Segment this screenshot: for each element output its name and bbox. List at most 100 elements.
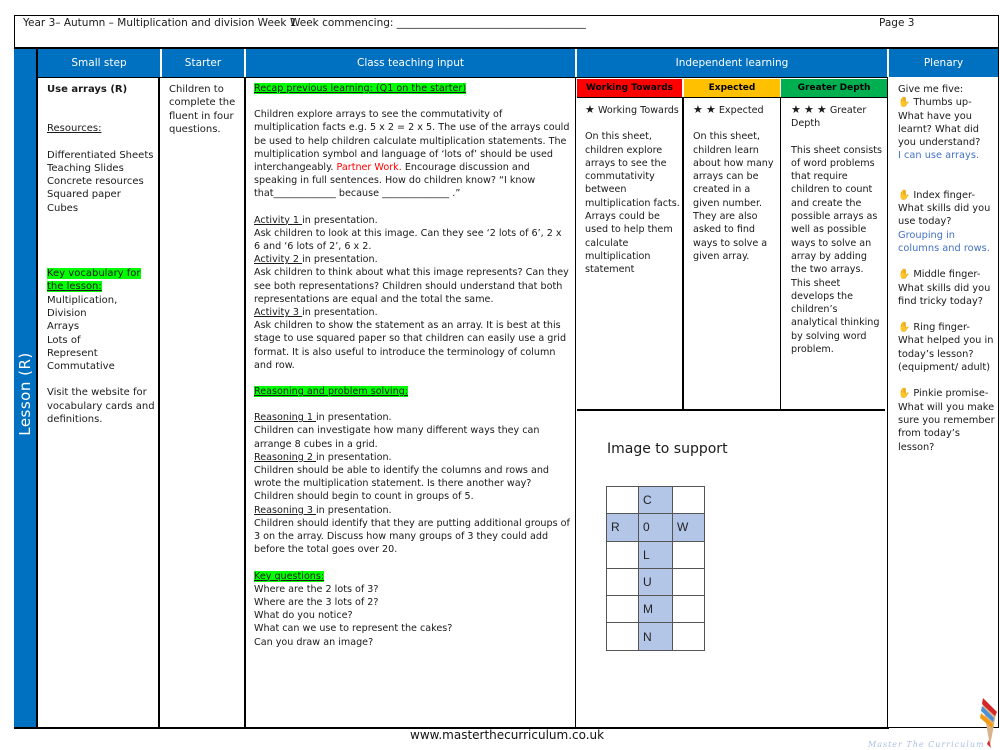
vocab-heading: the lesson: (47, 281, 102, 293)
column-divider (682, 97, 684, 409)
column-divider (780, 97, 781, 409)
star-icon: ★ (816, 103, 827, 116)
star-icon: ★ (585, 103, 595, 116)
level-title: Working Towards (597, 105, 679, 116)
plenary-item: ✋ Ring finger- What helped you in today’… (898, 322, 994, 374)
teaching-intro: Children explore arrays to see the commu… (254, 109, 570, 200)
vocab-item: Lots of (47, 334, 81, 346)
column-divider (36, 49, 38, 728)
website-link[interactable]: www.masterthecurriculum.co.uk (410, 728, 604, 742)
grid-cell (606, 567, 639, 597)
plenary-item: ✋ Middle finger- What skills did you fin… (898, 269, 991, 307)
activity-label: Activity 2 (254, 254, 303, 266)
level-description: On this sheet, children explore arrays t… (585, 131, 680, 276)
resource-item: Teaching Slides (47, 162, 124, 174)
key-question: Where are the 2 lots of 3? (254, 583, 379, 595)
column-header-small-step: Small step (38, 49, 160, 77)
brand-wordmark: Master The Curriculum (868, 740, 985, 749)
grid-cell (606, 595, 639, 624)
page-number: Page 3 (879, 17, 915, 29)
grid-row: U (606, 567, 705, 597)
grid-cell (672, 567, 705, 597)
grid-cell (606, 485, 639, 515)
reasoning-block: Reasoning 2 in presentation. Children sh… (254, 451, 550, 503)
grid-cell: M (638, 595, 673, 624)
header-bottom-rule (36, 77, 888, 78)
level-description: On this sheet, children learn about how … (693, 131, 774, 262)
week-commencing: Week commencing: _______________________… (290, 17, 586, 29)
grid-row: C (606, 485, 705, 515)
activity-block: Activity 3 in presentation. Ask children… (254, 307, 567, 371)
band-working-towards: Working Towards (577, 79, 682, 97)
level-title: Expected (718, 105, 764, 116)
website-note: Visit the website for vocabulary cards a… (47, 387, 155, 426)
resources-heading: Resources: (47, 123, 102, 135)
key-question: Can you draw an image? (254, 636, 374, 648)
grid-row: M (606, 595, 705, 624)
level-greater-depth: ★ ★ ★ Greater Depth This sheet consists … (791, 103, 885, 356)
grid-cell (672, 485, 705, 515)
reasoning-block: Reasoning 3 in presentation. Children sh… (254, 504, 570, 556)
class-teaching-cell: Recap previous learning: (Q1 on the star… (254, 82, 570, 649)
resource-item: Squared paper (47, 189, 121, 201)
column-header-independent: Independent learning (577, 49, 887, 77)
vocab-item: Multiplication, (47, 294, 118, 306)
partner-work-label: Partner Work. (336, 162, 402, 174)
level-title: Greater Depth (791, 105, 867, 130)
reasoning-label: Reasoning 1 (254, 412, 317, 424)
independent-divider (577, 409, 885, 411)
star-icon: ★ (803, 103, 814, 116)
grid-row: N (606, 622, 705, 651)
lesson-side-label: Lesson (R) (16, 351, 34, 436)
grid-cell (606, 622, 639, 651)
band-expected: Expected (684, 79, 780, 97)
band-bottom-rule (577, 97, 887, 98)
activity-label: Activity 3 (254, 307, 303, 319)
grid-cell: R (606, 513, 639, 542)
document-title: Year 3– Autumn – Multiplication and divi… (23, 17, 297, 29)
grid-row: L (606, 540, 705, 569)
plenary-answer: I can use arrays. (898, 150, 980, 162)
star-icon: ★ (705, 103, 716, 116)
column-divider (158, 77, 160, 728)
column-header-class-teaching: Class teaching input (246, 49, 575, 77)
column-divider (887, 77, 888, 728)
plenary-item: ✋ Thumbs up- What have you learnt? What … (898, 96, 996, 162)
column-divider (575, 77, 576, 728)
activity-label: Activity 1 (254, 214, 303, 226)
pencil-logo-icon (980, 698, 997, 748)
grid-cell: L (638, 540, 673, 569)
recap-heading: Recap previous learning: (Q1 on the star… (254, 83, 467, 94)
resource-item: Concrete resources (47, 176, 144, 188)
star-icon: ★ (693, 103, 703, 116)
vocab-item: Commutative (47, 361, 115, 373)
document-header: Year 3– Autumn – Multiplication and divi… (15, 16, 998, 32)
plenary-answer: Grouping in columns and rows. (898, 229, 990, 254)
vocab-item: Represent (47, 347, 98, 359)
band-greater-depth: Greater Depth (781, 79, 887, 97)
starter-cell: Children to complete the fluent in four … (169, 83, 241, 136)
reasoning-block: Reasoning 1 in presentation. Children ca… (254, 412, 540, 450)
grid-cell: 0 (638, 513, 673, 542)
key-question: Where are the 3 lots of 2? (254, 596, 379, 608)
resource-item: Cubes (47, 202, 79, 214)
grid-cell (672, 595, 705, 624)
hand-icon: ✋ (898, 189, 911, 201)
grid-cell: N (638, 622, 673, 651)
grid-cell (606, 540, 639, 569)
plenary-item: ✋ Pinkie promise- What will you make sur… (898, 388, 995, 453)
key-question: What can we use to represent the cakes? (254, 623, 453, 635)
vocab-item: Division (47, 307, 87, 319)
grid-row: R 0 W (606, 513, 705, 542)
column-header-starter: Starter (162, 49, 244, 77)
small-step-cell: Use arrays (R) Resources: Differentiated… (47, 83, 157, 426)
reasoning-label: Reasoning 3 (254, 504, 317, 516)
grid-cell: W (672, 513, 705, 542)
key-questions-heading: Key questions: (254, 570, 325, 582)
level-description: This sheet consists of word problems tha… (791, 144, 882, 356)
reasoning-label: Reasoning 2 (254, 451, 317, 463)
hand-icon: ✋ (898, 269, 911, 281)
plenary-item: ✋ Index finger- What skills did you use … (898, 189, 996, 255)
image-support-heading: Image to support (607, 441, 728, 457)
grid-cell (672, 540, 705, 569)
